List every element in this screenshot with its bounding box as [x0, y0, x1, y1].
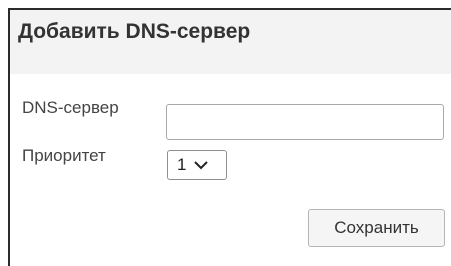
save-button[interactable]: Сохранить: [308, 209, 445, 247]
chevron-down-icon: [194, 160, 209, 170]
dialog-header: Добавить DNS-сервер: [10, 10, 451, 74]
priority-label: Приоритет: [22, 146, 106, 165]
dialog-title: Добавить DNS-сервер: [18, 20, 251, 43]
add-dns-server-dialog: Добавить DNS-сервер DNS-сервер Приоритет…: [8, 8, 451, 266]
dns-server-input[interactable]: [166, 104, 444, 140]
priority-select[interactable]: 1: [167, 150, 227, 180]
priority-selected-value: 1: [177, 155, 187, 174]
dns-server-label: DNS-сервер: [22, 98, 119, 117]
